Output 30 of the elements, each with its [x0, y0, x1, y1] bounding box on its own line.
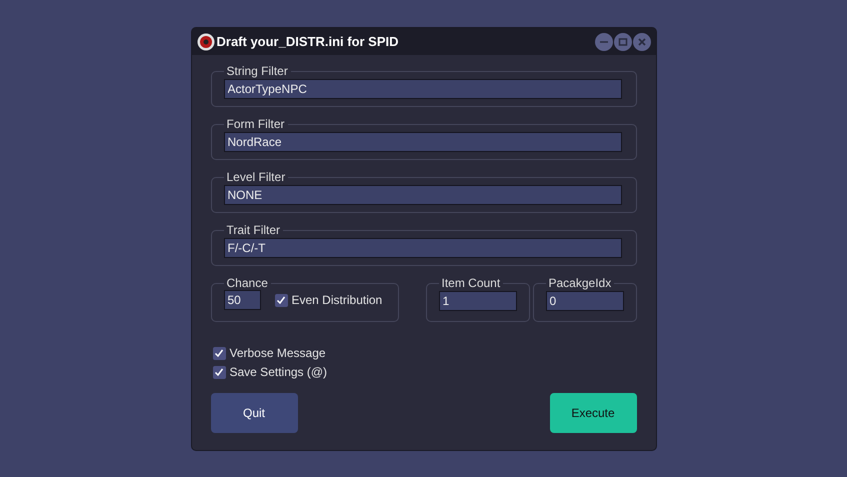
quit-button[interactable]: Quit	[210, 393, 298, 433]
checkbox-label: Save Settings (@)	[230, 365, 328, 379]
app-logo-icon	[196, 32, 214, 50]
checkbox[interactable]	[212, 346, 226, 360]
checkbox[interactable]	[212, 366, 226, 378]
maximize-button[interactable]	[614, 32, 632, 50]
group-label: Level Filter	[226, 170, 286, 184]
input-field[interactable]: F/-C/-T	[224, 238, 622, 258]
close-button[interactable]	[632, 32, 650, 50]
input-field[interactable]: ActorTypeNPC	[224, 79, 622, 99]
group-label: Trait Filter	[226, 223, 282, 237]
close-icon	[636, 36, 646, 46]
maximize-icon	[618, 36, 628, 46]
group-label: Item Count	[440, 276, 502, 290]
execute-button[interactable]: Execute	[550, 393, 636, 433]
checkbox-label: Even Distribution	[292, 293, 382, 307]
checkbox-label: Verbose Message	[230, 346, 326, 360]
group-label: String Filter	[226, 64, 289, 78]
group-label: Form Filter	[226, 117, 286, 131]
input-field[interactable]: 50	[224, 290, 260, 310]
group-label: PacakgeIdx	[548, 276, 612, 290]
input-field[interactable]: NordRace	[224, 132, 622, 152]
checkbox[interactable]	[274, 294, 288, 306]
minimize-icon	[600, 40, 608, 42]
input-field[interactable]: 0	[546, 291, 624, 311]
input-field[interactable]: 1	[438, 291, 516, 311]
minimize-button[interactable]	[594, 32, 612, 50]
input-field[interactable]: NONE	[224, 185, 622, 205]
window-title: Draft your_DISTR.ini for SPID	[216, 34, 399, 49]
group-label: Chance	[226, 276, 269, 290]
